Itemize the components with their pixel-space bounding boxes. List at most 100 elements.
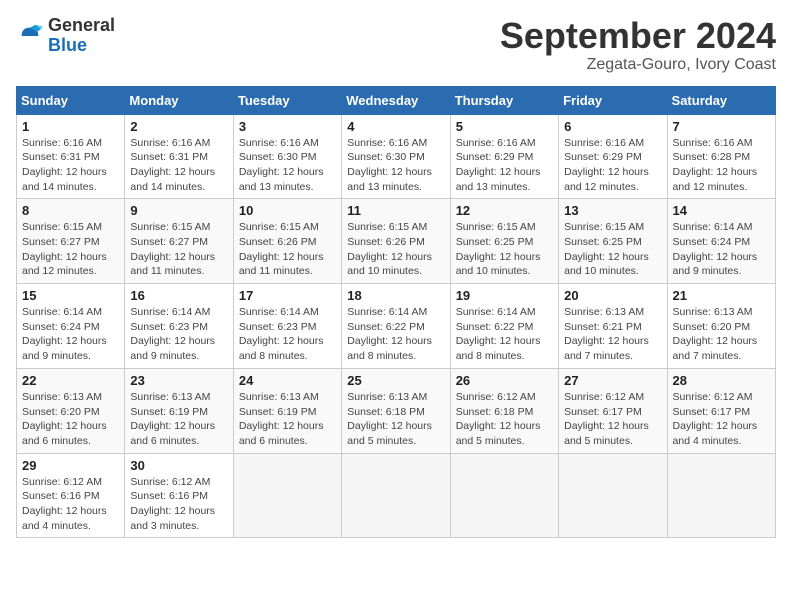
calendar-cell: 9 Sunrise: 6:15 AM Sunset: 6:27 PM Dayli…	[125, 199, 233, 284]
daylight-minutes: and 14 minutes.	[22, 181, 97, 193]
calendar-cell: 11 Sunrise: 6:15 AM Sunset: 6:26 PM Dayl…	[342, 199, 450, 284]
day-number: 24	[239, 373, 336, 388]
sunset-label: Sunset: 6:19 PM	[130, 406, 208, 418]
day-info: Sunrise: 6:13 AM Sunset: 6:21 PM Dayligh…	[564, 305, 661, 364]
day-info: Sunrise: 6:14 AM Sunset: 6:24 PM Dayligh…	[673, 220, 770, 279]
day-number: 9	[130, 203, 227, 218]
day-number: 10	[239, 203, 336, 218]
day-info: Sunrise: 6:15 AM Sunset: 6:26 PM Dayligh…	[239, 220, 336, 279]
calendar-cell: 5 Sunrise: 6:16 AM Sunset: 6:29 PM Dayli…	[450, 114, 558, 199]
daylight-label: Daylight: 12 hours	[239, 251, 324, 263]
calendar-cell: 28 Sunrise: 6:12 AM Sunset: 6:17 PM Dayl…	[667, 368, 775, 453]
weekday-header-sunday: Sunday	[17, 86, 125, 114]
sunset-label: Sunset: 6:23 PM	[239, 321, 317, 333]
sunrise-label: Sunrise: 6:12 AM	[564, 391, 644, 403]
calendar-cell: 10 Sunrise: 6:15 AM Sunset: 6:26 PM Dayl…	[233, 199, 341, 284]
daylight-label: Daylight: 12 hours	[130, 420, 215, 432]
calendar-cell: 29 Sunrise: 6:12 AM Sunset: 6:16 PM Dayl…	[17, 453, 125, 538]
sunrise-label: Sunrise: 6:12 AM	[130, 476, 210, 488]
sunrise-label: Sunrise: 6:14 AM	[456, 306, 536, 318]
daylight-minutes: and 8 minutes.	[456, 350, 525, 362]
daylight-minutes: and 7 minutes.	[564, 350, 633, 362]
day-info: Sunrise: 6:13 AM Sunset: 6:18 PM Dayligh…	[347, 390, 444, 449]
day-number: 19	[456, 288, 553, 303]
daylight-label: Daylight: 12 hours	[22, 251, 107, 263]
day-info: Sunrise: 6:12 AM Sunset: 6:18 PM Dayligh…	[456, 390, 553, 449]
day-number: 30	[130, 458, 227, 473]
calendar-cell: 16 Sunrise: 6:14 AM Sunset: 6:23 PM Dayl…	[125, 284, 233, 369]
day-number: 7	[673, 119, 770, 134]
sunset-label: Sunset: 6:27 PM	[130, 236, 208, 248]
calendar-cell: 18 Sunrise: 6:14 AM Sunset: 6:22 PM Dayl…	[342, 284, 450, 369]
logo: General Blue	[16, 16, 115, 56]
sunset-label: Sunset: 6:26 PM	[347, 236, 425, 248]
calendar-cell: 17 Sunrise: 6:14 AM Sunset: 6:23 PM Dayl…	[233, 284, 341, 369]
weekday-header-tuesday: Tuesday	[233, 86, 341, 114]
calendar-body: 1 Sunrise: 6:16 AM Sunset: 6:31 PM Dayli…	[17, 114, 776, 538]
calendar-cell: 7 Sunrise: 6:16 AM Sunset: 6:28 PM Dayli…	[667, 114, 775, 199]
day-info: Sunrise: 6:14 AM Sunset: 6:23 PM Dayligh…	[239, 305, 336, 364]
day-info: Sunrise: 6:12 AM Sunset: 6:17 PM Dayligh…	[564, 390, 661, 449]
day-info: Sunrise: 6:12 AM Sunset: 6:16 PM Dayligh…	[22, 475, 119, 534]
sunset-label: Sunset: 6:29 PM	[564, 151, 642, 163]
day-info: Sunrise: 6:15 AM Sunset: 6:27 PM Dayligh…	[130, 220, 227, 279]
day-info: Sunrise: 6:13 AM Sunset: 6:19 PM Dayligh…	[130, 390, 227, 449]
sunset-label: Sunset: 6:23 PM	[130, 321, 208, 333]
daylight-minutes: and 12 minutes.	[22, 265, 97, 277]
sunrise-label: Sunrise: 6:14 AM	[347, 306, 427, 318]
sunrise-label: Sunrise: 6:16 AM	[564, 137, 644, 149]
sunset-label: Sunset: 6:16 PM	[130, 490, 208, 502]
sunset-label: Sunset: 6:17 PM	[564, 406, 642, 418]
daylight-label: Daylight: 12 hours	[456, 251, 541, 263]
daylight-minutes: and 4 minutes.	[673, 435, 742, 447]
sunrise-label: Sunrise: 6:13 AM	[130, 391, 210, 403]
calendar-week-2: 8 Sunrise: 6:15 AM Sunset: 6:27 PM Dayli…	[17, 199, 776, 284]
sunrise-label: Sunrise: 6:14 AM	[130, 306, 210, 318]
day-info: Sunrise: 6:16 AM Sunset: 6:31 PM Dayligh…	[130, 136, 227, 195]
sunrise-label: Sunrise: 6:16 AM	[239, 137, 319, 149]
daylight-label: Daylight: 12 hours	[130, 251, 215, 263]
calendar-cell: 8 Sunrise: 6:15 AM Sunset: 6:27 PM Dayli…	[17, 199, 125, 284]
calendar-cell	[342, 453, 450, 538]
calendar-header: SundayMondayTuesdayWednesdayThursdayFrid…	[17, 86, 776, 114]
day-number: 17	[239, 288, 336, 303]
daylight-label: Daylight: 12 hours	[673, 251, 758, 263]
calendar-cell	[233, 453, 341, 538]
day-number: 29	[22, 458, 119, 473]
sunrise-label: Sunrise: 6:13 AM	[673, 306, 753, 318]
calendar-cell	[667, 453, 775, 538]
daylight-minutes: and 4 minutes.	[22, 520, 91, 532]
sunrise-label: Sunrise: 6:16 AM	[456, 137, 536, 149]
daylight-minutes: and 12 minutes.	[564, 181, 639, 193]
daylight-minutes: and 7 minutes.	[673, 350, 742, 362]
day-info: Sunrise: 6:14 AM Sunset: 6:22 PM Dayligh…	[347, 305, 444, 364]
daylight-label: Daylight: 12 hours	[239, 166, 324, 178]
day-number: 5	[456, 119, 553, 134]
daylight-label: Daylight: 12 hours	[673, 335, 758, 347]
sunset-label: Sunset: 6:24 PM	[673, 236, 751, 248]
sunrise-label: Sunrise: 6:13 AM	[239, 391, 319, 403]
sunrise-label: Sunrise: 6:15 AM	[130, 221, 210, 233]
sunrise-label: Sunrise: 6:12 AM	[22, 476, 102, 488]
calendar-cell: 1 Sunrise: 6:16 AM Sunset: 6:31 PM Dayli…	[17, 114, 125, 199]
day-number: 28	[673, 373, 770, 388]
calendar-week-3: 15 Sunrise: 6:14 AM Sunset: 6:24 PM Dayl…	[17, 284, 776, 369]
daylight-minutes: and 5 minutes.	[564, 435, 633, 447]
calendar-cell: 24 Sunrise: 6:13 AM Sunset: 6:19 PM Dayl…	[233, 368, 341, 453]
day-info: Sunrise: 6:15 AM Sunset: 6:25 PM Dayligh…	[456, 220, 553, 279]
sunset-label: Sunset: 6:18 PM	[347, 406, 425, 418]
daylight-label: Daylight: 12 hours	[673, 420, 758, 432]
title-block: September 2024 Zegata-Gouro, Ivory Coast	[500, 16, 776, 74]
calendar-cell	[450, 453, 558, 538]
sunset-label: Sunset: 6:25 PM	[564, 236, 642, 248]
sunset-label: Sunset: 6:17 PM	[673, 406, 751, 418]
day-info: Sunrise: 6:13 AM Sunset: 6:20 PM Dayligh…	[22, 390, 119, 449]
weekday-header-saturday: Saturday	[667, 86, 775, 114]
day-number: 26	[456, 373, 553, 388]
daylight-minutes: and 6 minutes.	[239, 435, 308, 447]
sunset-label: Sunset: 6:25 PM	[456, 236, 534, 248]
day-number: 15	[22, 288, 119, 303]
daylight-label: Daylight: 12 hours	[347, 335, 432, 347]
location-subtitle: Zegata-Gouro, Ivory Coast	[500, 56, 776, 74]
sunrise-label: Sunrise: 6:13 AM	[22, 391, 102, 403]
